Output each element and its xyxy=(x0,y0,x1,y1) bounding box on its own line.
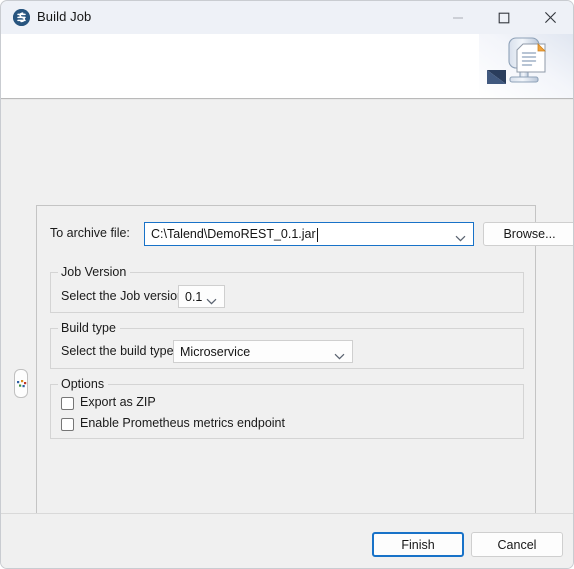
dialog-body: To archive file: C:\Talend\DemoREST_0.1.… xyxy=(1,99,573,558)
job-version-group: Job Version Select the Job version 0.1 xyxy=(50,265,524,313)
chevron-down-icon[interactable] xyxy=(334,349,345,363)
dialog-footer: Finish Cancel xyxy=(1,513,573,568)
build-options-panel: To archive file: C:\Talend\DemoREST_0.1.… xyxy=(36,205,573,558)
archive-file-combo[interactable]: C:\Talend\DemoREST_0.1.jar xyxy=(144,222,474,246)
build-type-group-label: Build type xyxy=(58,321,120,335)
build-type-group: Build type Select the build type Microse… xyxy=(50,321,524,369)
close-button[interactable] xyxy=(527,1,573,34)
archive-file-value: C:\Talend\DemoREST_0.1.jar xyxy=(151,227,316,241)
checkbox-label: Enable Prometheus metrics endpoint xyxy=(80,416,285,430)
build-type-field-label: Select the build type xyxy=(61,344,174,358)
build-job-illustration-icon xyxy=(479,34,573,98)
window-title: Build Job xyxy=(37,9,92,24)
palette-drawer-handle-icon[interactable] xyxy=(14,369,28,398)
chevron-down-icon[interactable] xyxy=(455,231,466,245)
checkbox-box[interactable] xyxy=(61,397,74,410)
archive-file-label: To archive file: xyxy=(50,226,130,240)
archive-file-row: To archive file: C:\Talend\DemoREST_0.1.… xyxy=(50,222,573,246)
build-type-combo[interactable]: Microservice xyxy=(173,340,353,363)
options-group: Options Export as ZIP Enable Prometheus … xyxy=(50,377,524,439)
job-version-field-label: Select the Job version xyxy=(61,289,184,303)
minimize-icon xyxy=(453,16,463,19)
checkbox-box[interactable] xyxy=(61,418,74,431)
job-version-combo[interactable]: 0.1 xyxy=(178,285,225,308)
title-bar: Build Job xyxy=(1,1,573,34)
browse-button[interactable]: Browse... xyxy=(483,222,573,246)
close-icon xyxy=(544,11,556,24)
build-type-value: Microservice xyxy=(180,345,251,359)
text-caret xyxy=(317,228,318,242)
job-version-group-label: Job Version xyxy=(58,265,131,279)
dialog-header-banner xyxy=(1,34,573,99)
maximize-icon xyxy=(498,12,510,23)
chevron-down-icon[interactable] xyxy=(206,294,217,308)
checkbox-label: Export as ZIP xyxy=(80,395,156,409)
finish-button[interactable]: Finish xyxy=(372,532,464,557)
options-group-label: Options xyxy=(58,377,109,391)
cancel-button[interactable]: Cancel xyxy=(471,532,563,557)
maximize-button[interactable] xyxy=(481,1,527,34)
build-job-dialog: Build Job To archive file: C:\Talend\Dem… xyxy=(0,0,574,569)
talend-logo-icon xyxy=(13,9,30,26)
minimize-button[interactable] xyxy=(435,1,481,34)
job-version-value: 0.1 xyxy=(185,290,203,304)
